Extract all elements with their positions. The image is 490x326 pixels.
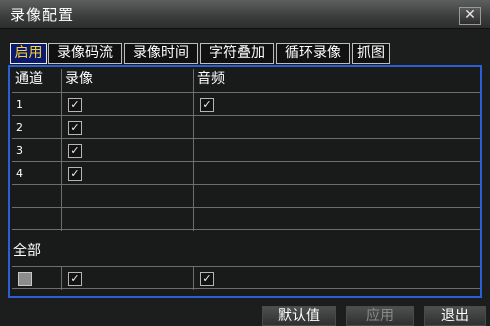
- checkmark-icon: ✓: [70, 98, 80, 111]
- settings-panel: 通道 录像 音频 1 ✓ ✓ 2 ✓ 3 ✓ 4 ✓ 全部 ✓ ✓: [8, 65, 482, 298]
- tab-snapshot[interactable]: 抓图: [352, 43, 390, 64]
- tab-record-time[interactable]: 录像时间: [124, 43, 198, 64]
- audio-cell-empty: [194, 139, 480, 162]
- header-audio: 音频: [197, 71, 225, 87]
- table-row: 3 ✓: [12, 138, 480, 162]
- channel-number: 2: [12, 116, 62, 139]
- record-checkbox[interactable]: ✓: [68, 144, 82, 158]
- checkmark-icon: ✓: [70, 121, 80, 134]
- table-row: 1 ✓ ✓: [12, 92, 480, 116]
- all-audio-checkbox[interactable]: ✓: [200, 272, 214, 286]
- tab-loop-record[interactable]: 循环录像: [276, 43, 350, 64]
- table-header: 通道 录像 音频: [12, 69, 480, 92]
- all-label: 全部: [13, 243, 41, 259]
- checkmark-icon: ✓: [202, 98, 212, 111]
- record-checkbox[interactable]: ✓: [68, 121, 82, 135]
- record-checkbox[interactable]: ✓: [68, 167, 82, 181]
- table-bottom-border: [12, 229, 480, 230]
- exit-button[interactable]: 退出: [424, 306, 486, 326]
- all-row: ✓ ✓: [12, 266, 480, 290]
- checkmark-icon: ✓: [202, 272, 212, 285]
- all-record-checkbox[interactable]: ✓: [68, 272, 82, 286]
- table-row: [12, 207, 480, 231]
- table-row: 2 ✓: [12, 115, 480, 139]
- header-record: 录像: [62, 69, 194, 92]
- channel-number: 3: [12, 139, 62, 162]
- default-button[interactable]: 默认值: [262, 306, 336, 326]
- channel-number: 4: [12, 162, 62, 185]
- channel-number: 1: [12, 93, 62, 116]
- apply-button[interactable]: 应用: [346, 306, 414, 326]
- tab-record-stream[interactable]: 录像码流: [48, 43, 122, 64]
- close-icon: ✕: [464, 7, 476, 23]
- header-channel: 通道: [12, 69, 62, 92]
- close-button[interactable]: ✕: [459, 7, 481, 25]
- tab-enable[interactable]: 启用: [10, 43, 47, 64]
- audio-cell-empty: [194, 116, 480, 139]
- audio-cell-empty: [194, 162, 480, 185]
- tab-osd-overlay[interactable]: 字符叠加: [200, 43, 274, 64]
- table-row: 4 ✓: [12, 161, 480, 185]
- record-checkbox[interactable]: ✓: [68, 98, 82, 112]
- all-channel-checkbox[interactable]: [18, 272, 32, 286]
- table-row: [12, 184, 480, 208]
- checkmark-icon: ✓: [70, 272, 80, 285]
- checkmark-icon: ✓: [70, 167, 80, 180]
- title-bar: 录像配置 ✕: [0, 0, 490, 29]
- audio-checkbox[interactable]: ✓: [200, 98, 214, 112]
- checkmark-icon: ✓: [70, 144, 80, 157]
- window-title: 录像配置: [10, 6, 75, 24]
